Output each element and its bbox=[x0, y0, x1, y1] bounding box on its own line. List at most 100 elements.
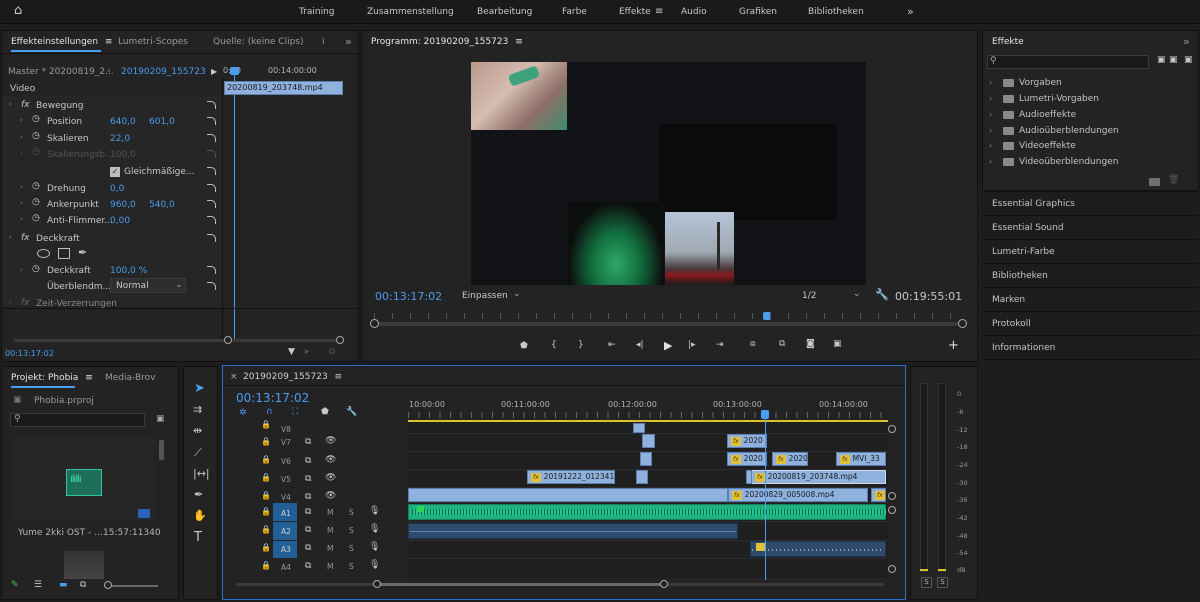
yuv-filter-icon[interactable]: ▣ bbox=[1184, 55, 1193, 65]
pen-mask-icon[interactable]: ✒ bbox=[78, 246, 87, 259]
clip-v4[interactable]: fx 20200829_005008.mp4 bbox=[728, 488, 868, 502]
folder-lumetri-presets[interactable]: Lumetri-Vorgaben bbox=[1019, 94, 1099, 104]
preset-filter-icon[interactable]: ▣ bbox=[1157, 55, 1166, 65]
master-clip-selector[interactable]: Master * 20200819_2... bbox=[8, 67, 114, 77]
mute-button[interactable]: M bbox=[327, 562, 333, 571]
linked-select-icon[interactable]: ⛶ bbox=[292, 407, 298, 417]
track-select-tool-icon[interactable]: ⇉ bbox=[193, 403, 202, 416]
scroll-handle-left[interactable] bbox=[224, 336, 232, 344]
clip-v5-small[interactable] bbox=[636, 470, 648, 484]
stopwatch-icon[interactable]: ◷ bbox=[32, 213, 40, 223]
play-icon[interactable]: ▶ bbox=[211, 67, 217, 77]
solo-button[interactable]: S bbox=[349, 562, 354, 571]
snap-icon[interactable]: ∩ bbox=[266, 407, 273, 417]
clip-v4-base[interactable] bbox=[408, 488, 728, 502]
workspace-audio[interactable]: Audio bbox=[681, 0, 707, 24]
mark-out-icon[interactable]: } bbox=[578, 340, 584, 350]
tab-source[interactable]: Quelle: (keine Clips) bbox=[213, 31, 304, 53]
project-search-input[interactable] bbox=[10, 413, 145, 427]
anchor-x-value[interactable]: 960,0 bbox=[110, 200, 136, 210]
clip-v6a[interactable]: fx 2020 bbox=[727, 452, 767, 466]
timeline-vscroll-a1[interactable] bbox=[888, 506, 896, 514]
hamburger-icon[interactable]: ≡ bbox=[655, 7, 663, 17]
clip-v5-edge[interactable] bbox=[746, 470, 752, 484]
go-to-out-icon[interactable]: ⇥ bbox=[716, 340, 724, 350]
sync-icon[interactable]: ⧉ bbox=[305, 474, 311, 484]
mic-icon[interactable]: 🎙 bbox=[369, 560, 380, 570]
program-title[interactable]: Programm: 20190209_155723 ≡ bbox=[371, 31, 523, 53]
lock-icon[interactable]: 🔒 bbox=[261, 491, 271, 500]
mic-icon[interactable]: 🎙 bbox=[369, 506, 380, 516]
clip-v8[interactable] bbox=[633, 423, 645, 433]
scroll-handle-right[interactable] bbox=[336, 336, 344, 344]
section-essential-graphics[interactable]: Essential Graphics bbox=[992, 199, 1075, 209]
sequence-clip-selector[interactable]: 20190209_155723 bbox=[121, 67, 206, 77]
home-icon[interactable]: ⌂ bbox=[14, 4, 22, 17]
reset-icon[interactable] bbox=[207, 117, 216, 125]
reset-icon[interactable] bbox=[207, 167, 216, 175]
lock-icon[interactable]: 🔒 bbox=[261, 437, 271, 446]
scroll-handle-right[interactable] bbox=[958, 319, 967, 328]
mute-button[interactable]: M bbox=[327, 544, 333, 553]
sync-icon[interactable]: ⧉ bbox=[305, 525, 311, 535]
gpu-filter-icon[interactable]: ▣ bbox=[1169, 55, 1178, 65]
quality-value[interactable]: 1/2 bbox=[802, 291, 816, 301]
section-markers[interactable]: Marken bbox=[992, 295, 1025, 305]
rotation-value[interactable]: 0,0 bbox=[110, 184, 124, 194]
mic-icon[interactable]: 🎙 bbox=[369, 524, 380, 534]
eye-icon[interactable]: 👁 bbox=[325, 491, 336, 501]
project-scrollbar[interactable] bbox=[159, 440, 164, 460]
clip-v6b[interactable]: fx 2020 bbox=[772, 452, 808, 466]
opacity-section-label[interactable]: Deckkraft bbox=[36, 234, 80, 244]
clip-v7-small[interactable] bbox=[642, 434, 655, 448]
section-lumetri-color[interactable]: Lumetri-Farbe bbox=[992, 247, 1055, 257]
stopwatch-icon[interactable]: ◷ bbox=[32, 264, 40, 274]
zoom-slider[interactable] bbox=[106, 585, 158, 587]
stopwatch-icon[interactable]: ◷ bbox=[32, 181, 40, 191]
workspace-training[interactable]: Training bbox=[299, 0, 335, 24]
new-bin-icon[interactable]: ▣ bbox=[156, 414, 165, 424]
uniform-scale-checkbox[interactable]: ✓ bbox=[110, 167, 120, 177]
section-info[interactable]: Informationen bbox=[992, 343, 1055, 353]
position-x-value[interactable]: 640,0 bbox=[110, 117, 136, 127]
program-scrubber[interactable] bbox=[372, 322, 966, 326]
sync-icon[interactable]: ⧉ bbox=[305, 543, 311, 553]
workspace-libraries[interactable]: Bibliotheken bbox=[808, 0, 864, 24]
mute-button[interactable]: M bbox=[327, 508, 333, 517]
new-folder-icon[interactable] bbox=[1149, 178, 1160, 186]
solo-right-button[interactable]: S bbox=[937, 577, 948, 588]
play-button-icon[interactable]: ▶ bbox=[664, 339, 672, 352]
sync-icon[interactable]: ⧉ bbox=[305, 456, 311, 466]
nest-icon[interactable]: ✲ bbox=[239, 408, 247, 418]
tab-info[interactable]: i bbox=[322, 31, 325, 53]
clip-v4-end[interactable]: fx bbox=[871, 488, 886, 502]
section-libraries[interactable]: Bibliotheken bbox=[992, 271, 1048, 281]
reset-icon[interactable] bbox=[207, 282, 216, 290]
workspace-effects[interactable]: Effekte bbox=[619, 0, 651, 24]
workspace-graphics[interactable]: Grafiken bbox=[739, 0, 777, 24]
slip-tool-icon[interactable]: |↔| bbox=[193, 467, 210, 480]
ellipse-mask-icon[interactable] bbox=[37, 249, 50, 258]
antiflicker-value[interactable]: 0,00 bbox=[110, 216, 130, 226]
panel-menu-icon[interactable]: » bbox=[1183, 31, 1190, 53]
rect-mask-icon[interactable] bbox=[58, 248, 70, 259]
mic-icon[interactable]: 🎙 bbox=[369, 542, 380, 552]
solo-button[interactable]: S bbox=[349, 544, 354, 553]
reset-icon[interactable] bbox=[207, 184, 216, 192]
solo-button[interactable]: S bbox=[349, 526, 354, 535]
timeline-vscroll-top[interactable] bbox=[888, 425, 896, 433]
folder-presets[interactable]: Vorgaben bbox=[1019, 78, 1062, 88]
settings-wrench-icon[interactable]: 🔧 bbox=[875, 288, 889, 301]
scroll-handle-right[interactable] bbox=[660, 580, 668, 588]
reset-icon[interactable] bbox=[207, 200, 216, 208]
lock-icon[interactable]: 🔒 bbox=[261, 507, 271, 516]
tab-media-browser[interactable]: Media-Brov bbox=[105, 367, 155, 389]
lift-icon[interactable]: ⧈ bbox=[750, 339, 756, 349]
timeline-hscroll-thumb[interactable] bbox=[376, 583, 664, 586]
lock-icon[interactable]: 🔒 bbox=[261, 473, 271, 482]
solo-left-button[interactable]: S bbox=[921, 577, 932, 588]
stopwatch-icon[interactable]: ◷ bbox=[32, 197, 40, 207]
pen-tool-icon[interactable]: ✒ bbox=[194, 488, 203, 501]
add-marker-icon[interactable]: ⬟ bbox=[520, 341, 528, 351]
eye-icon[interactable]: 👁 bbox=[325, 473, 336, 483]
